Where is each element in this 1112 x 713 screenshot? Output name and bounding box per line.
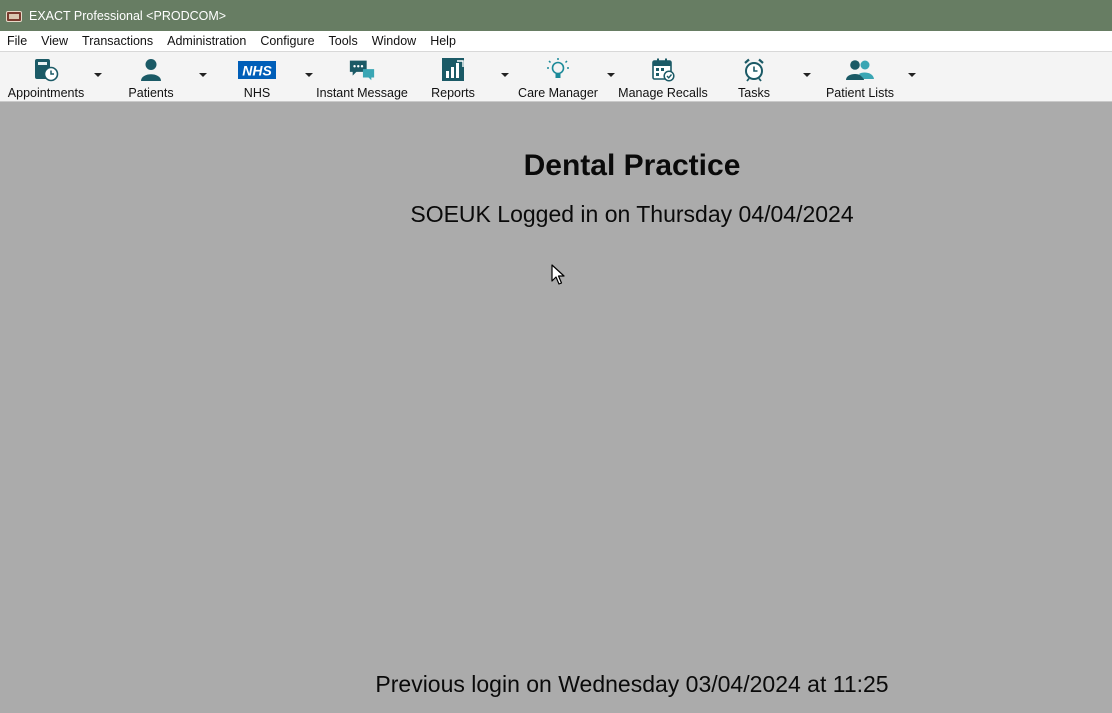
reports-button[interactable]: Reports xyxy=(420,52,486,102)
nhs-dropdown-icon[interactable] xyxy=(305,73,313,77)
nhs-logo-text: NHS xyxy=(242,63,272,79)
practice-name: Dental Practice xyxy=(523,149,741,182)
instant-message-button[interactable]: Instant Message xyxy=(316,52,408,102)
tasks-dropdown-icon[interactable] xyxy=(803,73,811,77)
menu-transactions[interactable]: Transactions xyxy=(75,31,160,51)
appointments-dropdown-icon[interactable] xyxy=(94,73,102,77)
mouse-cursor-icon xyxy=(551,264,565,291)
appointments-button[interactable]: Appointments xyxy=(6,52,86,102)
menu-tools[interactable]: Tools xyxy=(322,31,365,51)
chat-bubbles-icon xyxy=(348,57,376,83)
menu-bar: File View Transactions Administration Co… xyxy=(0,31,1112,51)
patients-label: Patients xyxy=(128,86,174,100)
patients-button[interactable]: Patients xyxy=(115,52,187,102)
nhs-button[interactable]: NHS NHS xyxy=(222,52,292,102)
menu-window[interactable]: Window xyxy=(365,31,423,51)
menu-configure[interactable]: Configure xyxy=(253,31,321,51)
bar-chart-report-icon xyxy=(439,57,467,83)
title-bar: EXACT Professional <PRODCOM> xyxy=(0,0,1112,31)
reports-label: Reports xyxy=(431,86,475,100)
tasks-label: Tasks xyxy=(738,86,770,100)
appointments-label: Appointments xyxy=(7,86,85,100)
calendar-recall-icon xyxy=(649,57,677,83)
app-logo-icon xyxy=(6,9,22,23)
instant-message-label: Instant Message xyxy=(316,86,408,100)
menu-view[interactable]: View xyxy=(34,31,75,51)
nhs-label: NHS xyxy=(243,86,271,100)
window-title: EXACT Professional <PRODCOM> xyxy=(29,8,227,23)
patient-lists-label: Patient Lists xyxy=(825,86,895,100)
appointment-book-icon xyxy=(32,57,60,83)
patient-group-icon xyxy=(844,57,876,83)
nhs-logo-icon: NHS xyxy=(237,57,277,83)
menu-administration[interactable]: Administration xyxy=(160,31,253,51)
manage-recalls-label: Manage Recalls xyxy=(618,86,708,100)
manage-recalls-button[interactable]: Manage Recalls xyxy=(618,52,708,102)
menu-help[interactable]: Help xyxy=(423,31,463,51)
lightbulb-icon xyxy=(544,57,572,83)
alarm-clock-icon xyxy=(740,57,768,83)
reports-dropdown-icon[interactable] xyxy=(501,73,509,77)
patient-lists-dropdown-icon[interactable] xyxy=(908,73,916,77)
patients-dropdown-icon[interactable] xyxy=(199,73,207,77)
care-manager-button[interactable]: Care Manager xyxy=(516,52,600,102)
main-workspace xyxy=(0,102,1112,713)
patient-person-icon xyxy=(137,57,165,83)
tasks-button[interactable]: Tasks xyxy=(724,52,784,102)
previous-login: Previous login on Wednesday 03/04/2024 a… xyxy=(375,671,889,697)
main-toolbar: Appointments Patients NHS NHS Instant Me… xyxy=(0,51,1112,102)
menu-file[interactable]: File xyxy=(0,31,34,51)
login-status: SOEUK Logged in on Thursday 04/04/2024 xyxy=(410,201,854,227)
care-manager-dropdown-icon[interactable] xyxy=(607,73,615,77)
patient-lists-button[interactable]: Patient Lists xyxy=(822,52,898,102)
care-manager-label: Care Manager xyxy=(518,86,598,100)
